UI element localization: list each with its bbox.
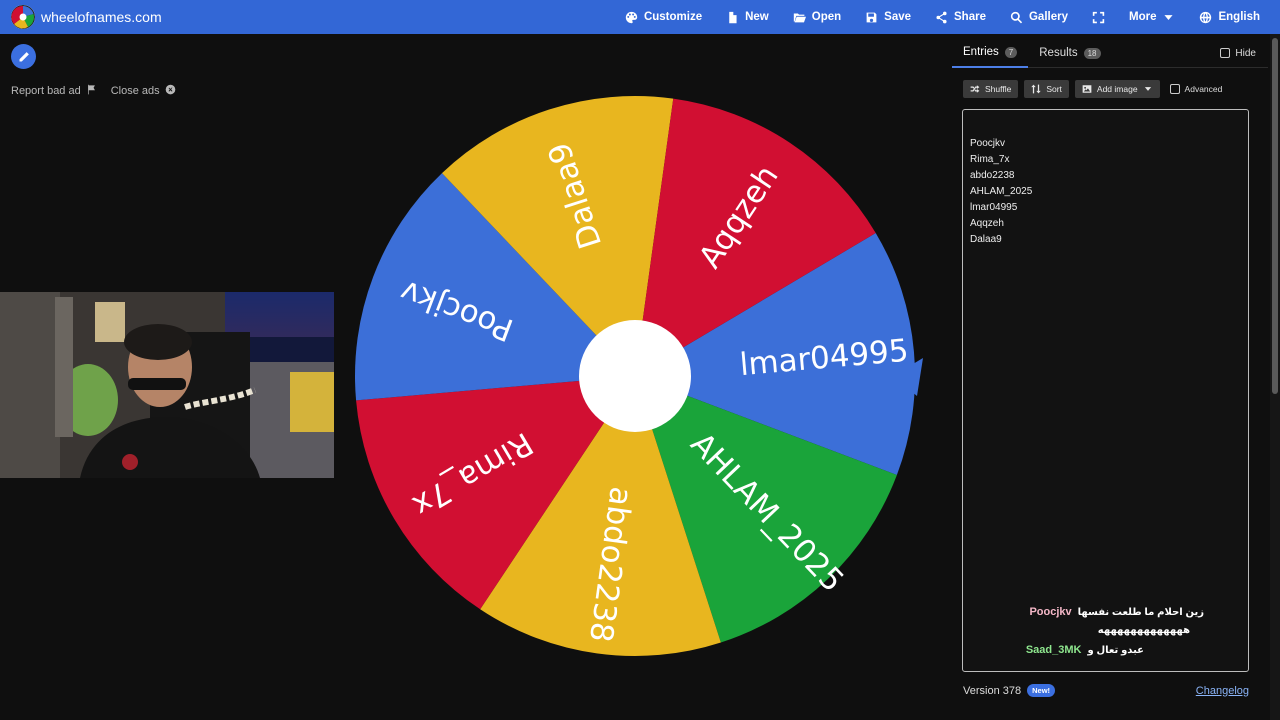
- app-root: wheelofnames.com Customize New Open Save: [0, 0, 1280, 720]
- entry-item: Dalaa9: [970, 234, 1002, 245]
- open-button[interactable]: Open: [793, 11, 841, 24]
- gallery-label: Gallery: [1028, 11, 1068, 23]
- chat-text: عبدو تعال و: [1087, 644, 1144, 656]
- entry-item: lmar04995: [970, 202, 1018, 213]
- wheel-center-button[interactable]: [579, 320, 691, 432]
- customize-label: Customize: [643, 11, 703, 23]
- entry-item: Poocjkv: [970, 138, 1006, 149]
- entry-item: Rima_7x: [970, 154, 1010, 165]
- results-count-badge: 18: [1083, 47, 1101, 59]
- file-icon: [729, 11, 737, 23]
- entry-item: abdo2238: [970, 170, 1015, 181]
- advanced-toggle[interactable]: Advanced: [1169, 84, 1223, 94]
- add-image-button[interactable]: Add image: [1074, 80, 1160, 98]
- changelog-link[interactable]: Changelog: [1196, 685, 1249, 697]
- folder-open-icon: [793, 12, 806, 22]
- hide-checkbox[interactable]: [1220, 48, 1231, 58]
- share-icon: [936, 11, 947, 23]
- chat-username: Saad_3MK: [1025, 644, 1082, 656]
- customize-button[interactable]: Customize: [625, 11, 702, 24]
- tab-entries[interactable]: Entries 7: [952, 38, 1029, 68]
- edit-wheel-button[interactable]: [11, 44, 36, 69]
- tab-results[interactable]: Results 18: [1028, 38, 1111, 68]
- save-button[interactable]: Save: [865, 11, 911, 24]
- brand[interactable]: wheelofnames.com: [11, 5, 162, 29]
- chat-text: زين احلام ما طلعت نفسها: [1077, 606, 1204, 618]
- advanced-label: Advanced: [1184, 84, 1223, 94]
- shuffle-button[interactable]: Shuffle: [963, 80, 1019, 98]
- hide-label: Hide: [1235, 47, 1256, 59]
- pencil-icon: [19, 51, 29, 61]
- report-bad-ad-link[interactable]: Report bad ad: [11, 84, 97, 98]
- entry-item: Aqqzeh: [970, 218, 1004, 229]
- close-ads-label: Close ads: [110, 85, 160, 97]
- chat-message: Saad_3MK عبدو تعال و: [1026, 644, 1144, 656]
- chat-username: Poocjkv: [1029, 606, 1072, 618]
- fullscreen-button[interactable]: [1092, 11, 1105, 24]
- more-menu-button[interactable]: More: [1129, 11, 1175, 24]
- shuffle-label: Shuffle: [985, 84, 1012, 94]
- wheel-logo-icon: [11, 5, 35, 29]
- save-label: Save: [884, 11, 912, 23]
- entries-textarea[interactable]: Poocjkv Rima_7x abdo2238 AHLAM_2025 lmar…: [962, 109, 1249, 672]
- tab-entries-label: Entries: [963, 46, 999, 58]
- wheel-svg[interactable]: lmar04995AHLAM_2025abdo2238Rima_7xPoocjk…: [345, 88, 925, 668]
- image-icon: [1082, 85, 1092, 93]
- top-nav: Customize New Open Save Share Gallery Mo…: [625, 0, 1260, 34]
- tab-results-label: Results: [1039, 47, 1078, 59]
- flag-icon: [86, 84, 97, 98]
- top-bar: wheelofnames.com Customize New Open Save: [0, 0, 1280, 34]
- language-label: English: [1218, 11, 1260, 23]
- version-label: Version 378: [963, 684, 1022, 697]
- sort-label: Sort: [1046, 84, 1062, 94]
- share-button[interactable]: Share: [935, 11, 986, 24]
- page-scrollbar[interactable]: [1270, 34, 1280, 720]
- entries-toolbar: Shuffle Sort Add image Advanced: [963, 80, 1222, 98]
- close-ads-link[interactable]: Close ads: [111, 84, 176, 98]
- add-image-label: Add image: [1096, 84, 1138, 94]
- entries-count-badge: 7: [1004, 46, 1018, 58]
- hide-toggle[interactable]: Hide: [1220, 38, 1256, 68]
- palette-icon: [625, 11, 638, 23]
- shuffle-icon: [970, 85, 980, 93]
- new-badge: New!: [1027, 684, 1056, 697]
- entry-item: AHLAM_2025: [970, 186, 1033, 197]
- gallery-button[interactable]: Gallery: [1010, 11, 1068, 24]
- site-name: wheelofnames.com: [41, 9, 162, 25]
- entries-panel: Entries 7 Results 18 Hide Shuffle Sort A…: [952, 38, 1268, 710]
- fullscreen-icon: [1092, 11, 1105, 23]
- globe-icon: [1200, 11, 1212, 23]
- ad-controls: Report bad ad Close ads: [11, 84, 176, 98]
- sort-icon: [1031, 84, 1041, 94]
- webcam-overlay: [0, 292, 334, 478]
- close-circle-icon: [165, 84, 176, 98]
- entry-list: Poocjkv Rima_7x abdo2238 AHLAM_2025 lmar…: [970, 136, 1032, 248]
- chevron-down-icon: [1144, 87, 1151, 91]
- chevron-down-icon: [1164, 14, 1174, 20]
- report-bad-ad-label: Report bad ad: [11, 85, 81, 97]
- panel-tabs: Entries 7 Results 18 Hide: [952, 38, 1268, 68]
- save-icon: [866, 12, 877, 22]
- wheel[interactable]: lmar04995 AHLAM_2025 abdo2238 Rima_7x Poocjk…: [345, 88, 925, 668]
- more-label: More: [1128, 11, 1157, 23]
- new-label: New: [745, 11, 769, 23]
- share-label: Share: [954, 11, 986, 23]
- chat-message: هههههههههههههه: [1092, 625, 1190, 636]
- sort-button[interactable]: Sort: [1024, 80, 1069, 98]
- new-button[interactable]: New: [726, 11, 769, 24]
- open-label: Open: [811, 11, 842, 23]
- panel-footer: Version 378 New! Changelog: [963, 684, 1249, 697]
- chat-message: Poocjkv زين احلام ما طلعت نفسها: [1029, 606, 1204, 618]
- advanced-checkbox[interactable]: [1169, 84, 1180, 94]
- search-icon: [1010, 11, 1023, 23]
- scrollbar-thumb[interactable]: [1272, 38, 1278, 394]
- language-button[interactable]: English: [1199, 11, 1260, 24]
- chat-text: هههههههههههههه: [1097, 625, 1190, 636]
